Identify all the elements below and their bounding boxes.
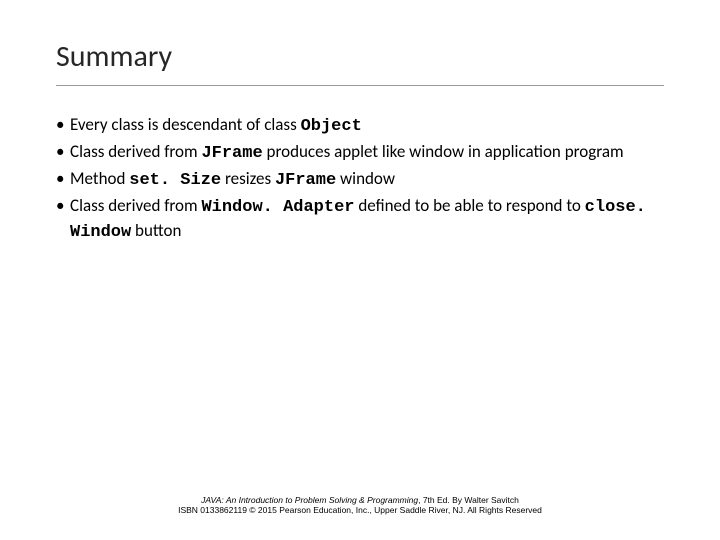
list-item: Class derived from Window. Adapter defin… <box>56 195 664 245</box>
bullet-list: Every class is descendant of class Objec… <box>56 114 664 245</box>
footer-text: , 7th Ed. By Walter Savitch <box>418 495 519 505</box>
bullet-text: produces applet like window in applicati… <box>263 141 624 162</box>
bullet-text: window <box>336 168 395 189</box>
code-span: Object <box>301 117 362 136</box>
bullet-text: resizes <box>221 168 275 189</box>
bullet-text: Class derived from <box>70 141 201 162</box>
list-item: Class derived from JFrame produces apple… <box>56 141 664 166</box>
code-span: JFrame <box>275 171 336 190</box>
footer-line1: JAVA: An Introduction to Problem Solving… <box>0 495 720 506</box>
footer-line2: ISBN 0133862119 © 2015 Pearson Education… <box>0 505 720 516</box>
slide: Summary Every class is descendant of cla… <box>0 0 720 245</box>
bullet-text: Class derived from <box>70 195 201 216</box>
list-item: Method set. Size resizes JFrame window <box>56 168 664 193</box>
bullet-text: Method <box>70 168 129 189</box>
bullet-text: defined to be able to respond to <box>354 195 584 216</box>
code-span: Window. Adapter <box>201 198 354 217</box>
code-span: set. Size <box>129 171 221 190</box>
code-span: JFrame <box>201 144 262 163</box>
list-item: Every class is descendant of class Objec… <box>56 114 664 139</box>
bullet-text: button <box>131 220 181 241</box>
page-title: Summary <box>56 38 664 86</box>
bullet-text: Every class is descendant of class <box>70 114 301 135</box>
footer-book-title: JAVA: An Introduction to Problem Solving… <box>201 495 418 505</box>
footer: JAVA: An Introduction to Problem Solving… <box>0 495 720 516</box>
